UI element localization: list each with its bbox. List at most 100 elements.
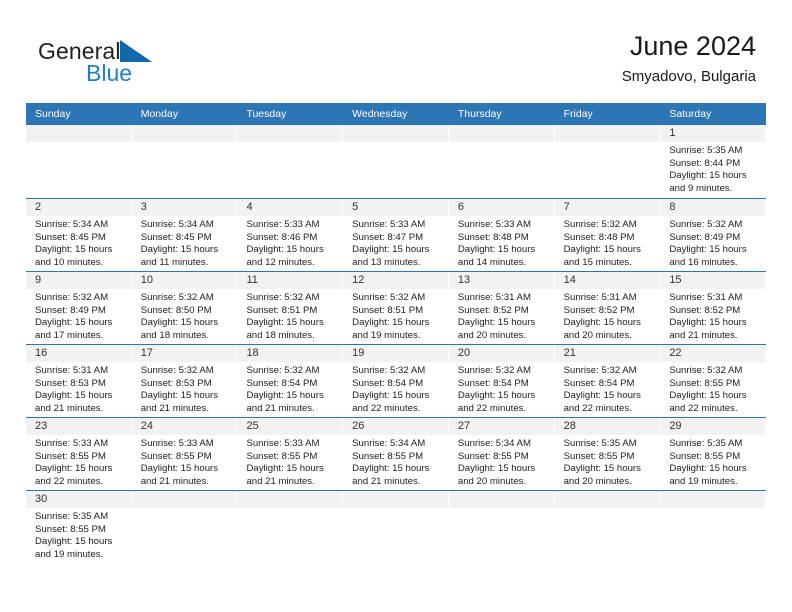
sunrise-text: Sunrise: 5:33 AM (246, 438, 320, 449)
day-details: Sunrise: 5:35 AM Sunset: 8:44 PM Daylight:… (660, 142, 766, 195)
day-number-band: 24 (131, 418, 238, 435)
day-number-band: 7 (554, 199, 661, 216)
day-number-band (554, 491, 661, 508)
calendar-day-cell[interactable]: 3 Sunrise: 5:34 AM Sunset: 8:45 PM Daylight… (131, 199, 238, 271)
sunset-text: Sunset: 8:55 PM (246, 450, 318, 462)
calendar-day-cell[interactable]: 24 Sunrise: 5:33 AM Sunset: 8:55 PM Dayligh… (131, 418, 238, 490)
daylight-text-line2: and 9 minutes. (669, 182, 733, 194)
day-number: 18 (246, 347, 259, 359)
calendar-day-cell[interactable]: 9 Sunrise: 5:32 AM Sunset: 8:49 PM Daylight… (26, 272, 132, 344)
calendar-day-cell[interactable]: 18 Sunrise: 5:32 AM Sunset: 8:54 PM Dayligh… (237, 345, 344, 417)
sunrise-text: Sunrise: 5:32 AM (669, 219, 743, 230)
calendar-day-cell[interactable]: 21 Sunrise: 5:32 AM Sunset: 8:54 PM Dayligh… (554, 345, 661, 417)
title-block: June 2024 Smyadovo, Bulgaria (622, 30, 756, 87)
day-details: Sunrise: 5:32 AM Sunset: 8:54 PM Daylight:… (449, 362, 555, 415)
day-number: 15 (669, 274, 682, 286)
calendar-weeks: 1 Sunrise: 5:35 AM Sunset: 8:44 PM Daylight… (26, 125, 767, 570)
sunrise-text: Sunrise: 5:31 AM (669, 292, 743, 303)
calendar-day-cell[interactable]: 26 Sunrise: 5:34 AM Sunset: 8:55 PM Dayligh… (343, 418, 449, 490)
brand-name-blue: Blue (86, 60, 133, 86)
calendar-day-cell[interactable]: 12 Sunrise: 5:32 AM Sunset: 8:51 PM Dayligh… (343, 272, 449, 344)
daylight-text-line1: Daylight: 15 hours (246, 390, 324, 402)
day-number-band (343, 491, 449, 508)
day-details: Sunrise: 5:35 AM Sunset: 8:55 PM Daylight:… (660, 435, 766, 488)
calendar-day-cell[interactable]: 27 Sunrise: 5:34 AM Sunset: 8:55 PM Dayligh… (448, 418, 555, 490)
sunrise-text: Sunrise: 5:31 AM (35, 365, 109, 376)
calendar-day-cell[interactable]: 19 Sunrise: 5:32 AM Sunset: 8:54 PM Dayligh… (343, 345, 449, 417)
daylight-text-line2: and 19 minutes. (35, 548, 104, 560)
day-number: 22 (669, 347, 682, 359)
sunrise-text: Sunrise: 5:32 AM (246, 292, 320, 303)
day-number: 2 (35, 201, 42, 213)
day-number: 21 (563, 347, 576, 359)
calendar-day-cell-empty (237, 491, 344, 570)
daylight-text-line1: Daylight: 15 hours (246, 463, 324, 475)
calendar-day-cell[interactable]: 23 Sunrise: 5:33 AM Sunset: 8:55 PM Dayligh… (26, 418, 132, 490)
day-number-band: 30 (26, 491, 132, 508)
day-details: Sunrise: 5:34 AM Sunset: 8:55 PM Daylight:… (449, 435, 555, 488)
calendar-day-cell[interactable]: 25 Sunrise: 5:33 AM Sunset: 8:55 PM Dayligh… (237, 418, 344, 490)
calendar-day-cell[interactable]: 17 Sunrise: 5:32 AM Sunset: 8:53 PM Dayligh… (131, 345, 238, 417)
calendar-day-cell[interactable]: 22 Sunrise: 5:32 AM Sunset: 8:55 PM Dayligh… (660, 345, 767, 417)
calendar-day-cell[interactable]: 11 Sunrise: 5:32 AM Sunset: 8:51 PM Dayligh… (237, 272, 344, 344)
daylight-text-line2: and 14 minutes. (457, 256, 527, 268)
daylight-text-line2: and 11 minutes. (140, 256, 209, 268)
day-details: Sunrise: 5:34 AM Sunset: 8:45 PM Daylight:… (26, 216, 132, 269)
daylight-text-line2: and 22 minutes. (457, 402, 527, 414)
day-number: 11 (246, 274, 258, 286)
sunrise-text: Sunrise: 5:31 AM (457, 292, 531, 303)
day-number: 20 (457, 347, 471, 359)
sunrise-text: Sunrise: 5:34 AM (35, 219, 109, 230)
day-number: 25 (246, 420, 259, 432)
page-title: June 2024 (629, 31, 756, 61)
calendar-day-cell[interactable]: 28 Sunrise: 5:35 AM Sunset: 8:55 PM Dayligh… (554, 418, 661, 490)
calendar-day-cell[interactable]: 20 Sunrise: 5:32 AM Sunset: 8:54 PM Dayligh… (448, 345, 555, 417)
calendar-day-cell[interactable]: 13 Sunrise: 5:31 AM Sunset: 8:52 PM Dayligh… (448, 272, 555, 344)
day-number-band (131, 125, 238, 142)
day-number-band: 18 (237, 345, 344, 362)
daylight-text-line1: Daylight: 15 hours (457, 244, 536, 256)
day-number: 27 (457, 420, 471, 432)
daylight-text-line1: Daylight: 15 hours (246, 244, 324, 256)
calendar-day-cell[interactable]: 16 Sunrise: 5:31 AM Sunset: 8:53 PM Dayligh… (26, 345, 132, 417)
calendar-day-cell[interactable]: 6 Sunrise: 5:33 AM Sunset: 8:48 PM Daylight… (448, 199, 555, 271)
calendar-day-cell[interactable]: 7 Sunrise: 5:32 AM Sunset: 8:48 PM Daylight… (554, 199, 661, 271)
day-details: Sunrise: 5:33 AM Sunset: 8:55 PM Daylight:… (26, 435, 132, 488)
calendar-day-cell[interactable]: 15 Sunrise: 5:31 AM Sunset: 8:52 PM Dayligh… (660, 272, 767, 344)
daylight-text-line2: and 15 minutes. (563, 256, 632, 268)
daylight-text-line1: Daylight: 15 hours (563, 390, 641, 402)
calendar-day-cell[interactable]: 1 Sunrise: 5:35 AM Sunset: 8:44 PM Daylight… (660, 125, 767, 198)
daylight-text-line2: and 19 minutes. (352, 329, 421, 341)
sunrise-text: Sunrise: 5:35 AM (35, 511, 109, 522)
sunrise-text: Sunrise: 5:35 AM (669, 145, 743, 156)
day-number: 10 (140, 274, 153, 286)
calendar-day-cell[interactable]: 14 Sunrise: 5:31 AM Sunset: 8:52 PM Dayligh… (554, 272, 661, 344)
sunset-text: Sunset: 8:44 PM (669, 157, 741, 169)
sunrise-text: Sunrise: 5:34 AM (140, 219, 214, 230)
daylight-text-line2: and 17 minutes. (35, 329, 104, 341)
weekday-header-wednesday: Wednesday (352, 108, 408, 120)
daylight-text-line2: and 21 minutes. (140, 402, 209, 414)
calendar-day-cell[interactable]: 4 Sunrise: 5:33 AM Sunset: 8:46 PM Daylight… (237, 199, 344, 271)
calendar-day-cell[interactable]: 29 Sunrise: 5:35 AM Sunset: 8:55 PM Dayligh… (660, 418, 767, 490)
day-number-band: 20 (448, 345, 555, 362)
calendar-week-row: 9 Sunrise: 5:32 AM Sunset: 8:49 PM Daylight… (26, 271, 767, 344)
day-number-band: 13 (448, 272, 555, 289)
calendar-day-cell[interactable]: 8 Sunrise: 5:32 AM Sunset: 8:49 PM Daylight… (660, 199, 767, 271)
day-number: 28 (563, 420, 576, 432)
day-number-band: 6 (448, 199, 555, 216)
calendar-day-cell[interactable]: 5 Sunrise: 5:33 AM Sunset: 8:47 PM Daylight… (343, 199, 449, 271)
day-number: 29 (669, 420, 682, 432)
daylight-text-line2: and 18 minutes. (140, 329, 209, 341)
day-number: 7 (563, 201, 570, 213)
day-details: Sunrise: 5:32 AM Sunset: 8:49 PM Daylight:… (26, 289, 132, 342)
calendar-day-cell[interactable]: 10 Sunrise: 5:32 AM Sunset: 8:50 PM Dayligh… (131, 272, 238, 344)
calendar-week-row: 16 Sunrise: 5:31 AM Sunset: 8:53 PM Dayligh… (26, 344, 767, 417)
day-number-band: 21 (554, 345, 661, 362)
day-number: 14 (563, 274, 576, 286)
brand-logo[interactable]: General Blue (38, 38, 208, 90)
calendar-day-cell[interactable]: 30 Sunrise: 5:35 AM Sunset: 8:55 PM Dayligh… (26, 491, 132, 570)
calendar-day-cell[interactable]: 2 Sunrise: 5:34 AM Sunset: 8:45 PM Daylight… (26, 199, 132, 271)
sunrise-text: Sunrise: 5:33 AM (457, 219, 531, 230)
daylight-text-line2: and 20 minutes. (457, 475, 527, 487)
